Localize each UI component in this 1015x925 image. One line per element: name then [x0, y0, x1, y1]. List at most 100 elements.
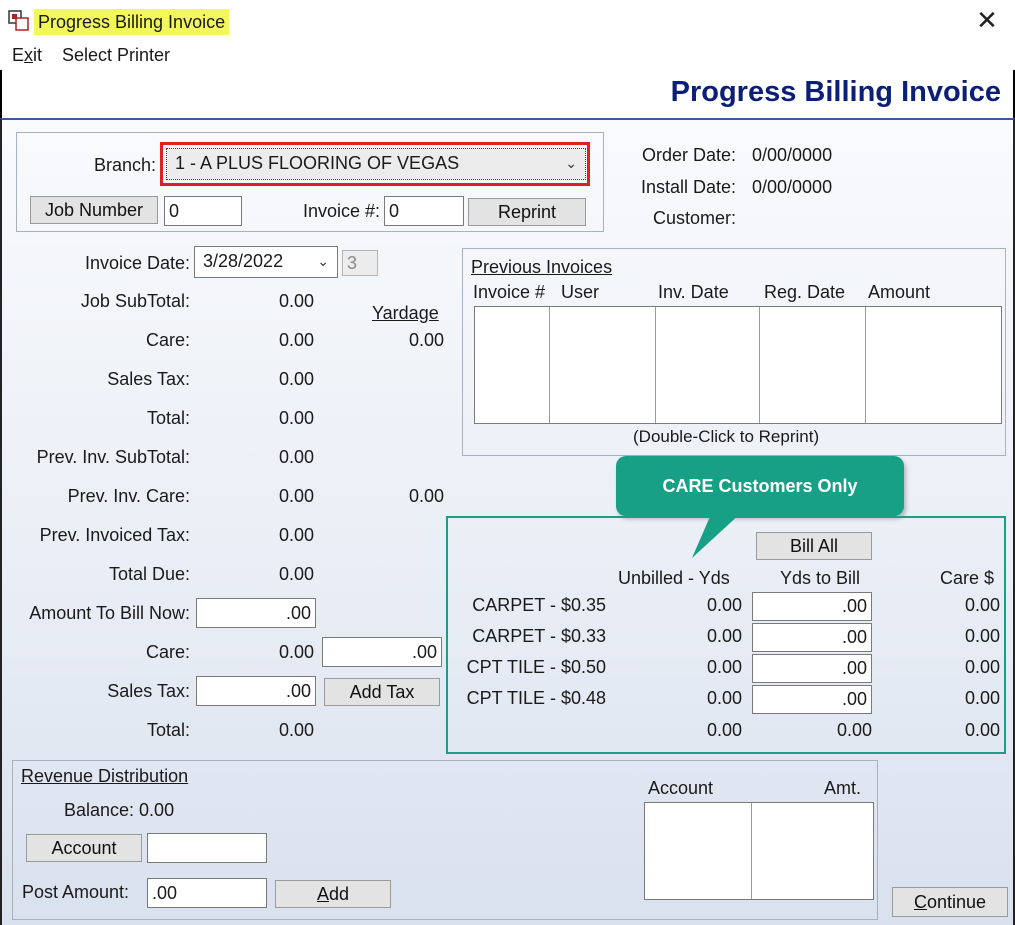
menu-exit[interactable]: Exit	[12, 44, 42, 66]
total-value: 0.00	[278, 720, 314, 740]
care-row-care: 0.00	[964, 657, 1000, 677]
care-dollars-header: Care $	[940, 568, 995, 588]
totals-row-label: Total Due:	[108, 564, 190, 584]
banner-title: Progress Billing Invoice	[670, 76, 1001, 108]
job-number-button[interactable]: Job Number	[30, 196, 158, 224]
totals-row-label: Care:	[145, 330, 190, 350]
bill-all-button[interactable]: Bill All	[756, 532, 872, 560]
sales-tax-input[interactable]: .00	[196, 676, 316, 706]
care-label: Care:	[145, 642, 190, 662]
add-mnemonic: A	[316, 884, 329, 904]
invoice-number-label: Invoice #:	[302, 201, 380, 221]
care-row-to-bill-input[interactable]: .00	[752, 623, 872, 652]
totals-row-value: 0.00	[278, 447, 314, 467]
continue-button[interactable]: Continue	[892, 887, 1008, 917]
banner: Progress Billing Invoice	[0, 70, 1015, 118]
totals-row-value: 0.00	[278, 408, 314, 428]
branch-label: Branch:	[93, 155, 156, 175]
close-icon[interactable]: ✕	[973, 6, 1001, 34]
customer-label: Customer:	[652, 208, 736, 228]
revenue-accounts-list[interactable]	[644, 802, 874, 900]
totals-row-yardage: 0.00	[408, 330, 444, 350]
add-button[interactable]: Add	[275, 880, 391, 908]
continue-rest: ontinue	[926, 892, 987, 912]
column-divider	[751, 803, 752, 899]
care-value: 0.00	[278, 642, 314, 662]
install-date-value: 0/00/0000	[752, 177, 833, 197]
totals-row-label: Prev. Invoiced Tax:	[39, 525, 190, 545]
care-row-label: CARPET - $0.35	[472, 595, 606, 615]
care-row-unbilled: 0.00	[706, 595, 742, 615]
column-header-account[interactable]: Account	[648, 777, 713, 799]
previous-invoices-list[interactable]	[474, 306, 1002, 424]
totals-row-yardage: 0.00	[408, 486, 444, 506]
care-row-to-bill-input[interactable]: .00	[752, 654, 872, 683]
care-total-to-bill: 0.00	[836, 720, 872, 740]
totals-row-label: Prev. Inv. SubTotal:	[36, 447, 190, 467]
window-title: Progress Billing Invoice	[34, 9, 230, 35]
account-input[interactable]	[147, 833, 267, 863]
column-divider	[759, 307, 760, 423]
app-icon	[8, 10, 29, 31]
add-tax-button[interactable]: Add Tax	[324, 678, 440, 706]
continue-mnemonic: C	[913, 892, 927, 912]
care-row-care: 0.00	[964, 595, 1000, 615]
title-bar: Progress Billing Invoice ✕	[0, 0, 1015, 40]
install-date-label: Install Date:	[640, 177, 736, 197]
totals-row-value: 0.00	[278, 291, 314, 311]
invoice-number-input[interactable]: 0	[384, 196, 464, 226]
menu-exit-rest: it	[33, 45, 43, 65]
column-header-inv-date[interactable]: Inv. Date	[658, 281, 729, 303]
care-row-to-bill-input[interactable]: .00	[752, 592, 872, 621]
care-row-label: CARPET - $0.33	[472, 626, 606, 646]
amount-to-bill-input[interactable]: .00	[196, 598, 316, 628]
care-row-to-bill-input[interactable]: .00	[752, 685, 872, 714]
totals-row-label: Job SubTotal:	[80, 291, 190, 311]
care-row-label: CPT TILE - $0.50	[466, 657, 606, 677]
order-date-value: 0/00/0000	[752, 145, 833, 165]
order-date-label: Order Date:	[641, 145, 736, 165]
care-row-unbilled: 0.00	[706, 688, 742, 708]
amount-to-bill-label: Amount To Bill Now:	[29, 603, 190, 623]
totals-row-label: Sales Tax:	[107, 369, 190, 389]
column-divider	[549, 307, 550, 423]
menu-bar: Exit Select Printer	[0, 40, 1015, 70]
total-label: Total:	[146, 720, 190, 740]
add-rest: dd	[328, 884, 350, 904]
totals-row-label: Total:	[146, 408, 190, 428]
reprint-button[interactable]: Reprint	[468, 198, 586, 226]
invoice-date-select[interactable]: 3/28/2022 ⌄	[194, 246, 338, 278]
menu-exit-first: E	[12, 45, 25, 65]
column-header-user[interactable]: User	[561, 281, 599, 303]
totals-row-value: 0.00	[278, 525, 314, 545]
column-header-amt[interactable]: Amt.	[824, 777, 861, 799]
branch-value: 1 - A PLUS FLOORING OF VEGAS	[175, 153, 460, 173]
job-number-input[interactable]: 0	[164, 196, 242, 226]
previous-invoices-title: Previous Invoices	[471, 257, 613, 277]
column-divider	[655, 307, 656, 423]
column-header-reg-date[interactable]: Reg. Date	[764, 281, 845, 303]
care-row-unbilled: 0.00	[706, 626, 742, 646]
chevron-down-icon: ⌄	[565, 155, 577, 171]
totals-row-value: 0.00	[278, 330, 314, 350]
branch-select[interactable]: 1 - A PLUS FLOORING OF VEGAS ⌄	[166, 148, 586, 180]
column-divider	[865, 307, 866, 423]
totals-row-label: Prev. Inv. Care:	[67, 486, 190, 506]
care-row-care: 0.00	[964, 688, 1000, 708]
main-panel: Branch: 1 - A PLUS FLOORING OF VEGAS ⌄ J…	[0, 118, 1015, 925]
post-amount-label: Post Amount:	[22, 882, 130, 902]
sales-tax-label: Sales Tax:	[107, 681, 190, 701]
invoice-date-label: Invoice Date:	[84, 253, 190, 273]
account-button[interactable]: Account	[26, 834, 142, 862]
care-input[interactable]: .00	[322, 637, 442, 667]
care-row-unbilled: 0.00	[706, 657, 742, 677]
menu-exit-mnemonic: x	[24, 45, 34, 65]
unbilled-header: Unbilled - Yds	[618, 568, 730, 588]
column-header-invoice[interactable]: Invoice #	[473, 281, 545, 303]
yds-to-bill-header: Yds to Bill	[780, 568, 861, 588]
post-amount-input[interactable]: .00	[147, 878, 267, 908]
column-header-amount[interactable]: Amount	[868, 281, 930, 303]
yardage-label: Yardage	[372, 303, 439, 323]
invoice-date-extra: 3	[342, 250, 378, 276]
menu-select-printer[interactable]: Select Printer	[62, 44, 170, 66]
